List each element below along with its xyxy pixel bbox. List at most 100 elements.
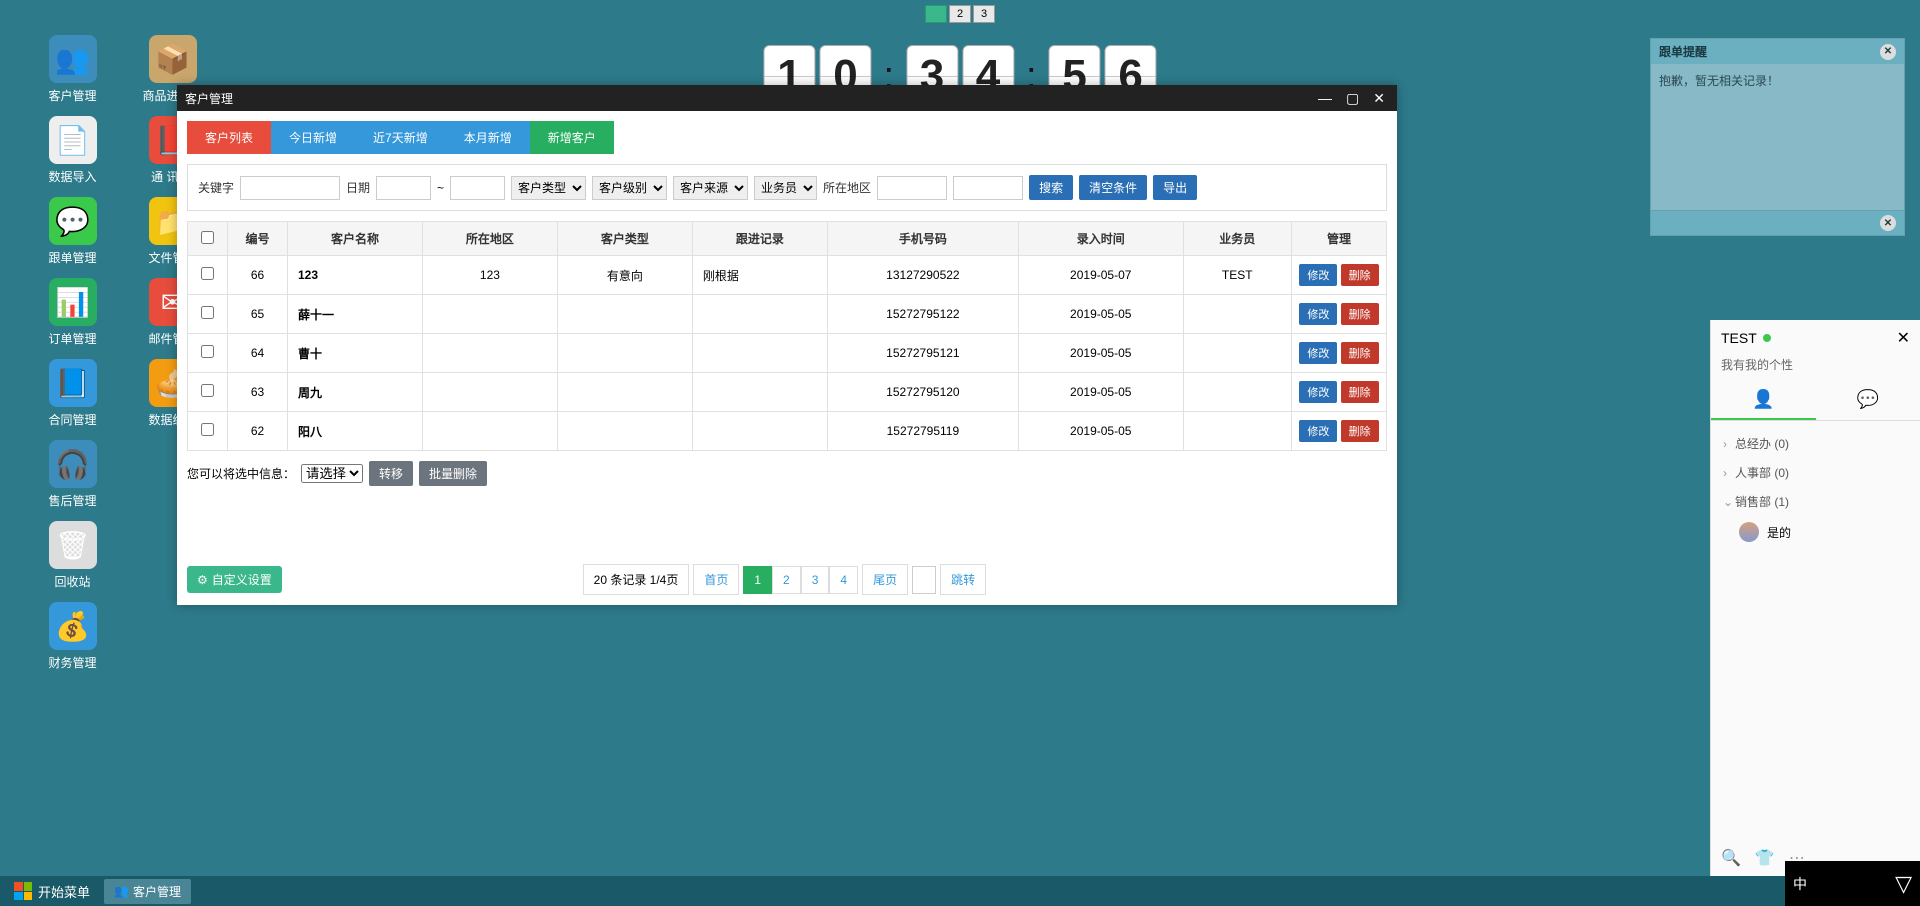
page-4[interactable]: 4 xyxy=(829,566,858,594)
cell-name[interactable]: 曹十 xyxy=(288,334,423,373)
customer-source-select[interactable]: 客户来源 xyxy=(673,176,748,200)
staff-select[interactable]: 业务员 xyxy=(754,176,817,200)
cell-type xyxy=(557,373,692,412)
chat-username: TEST xyxy=(1721,330,1757,346)
chat-member[interactable]: 是的 xyxy=(1719,516,1912,548)
cell-name[interactable]: 薛十一 xyxy=(288,295,423,334)
cell-staff xyxy=(1183,412,1291,451)
desktop-icon-6[interactable]: 📊订单管理 xyxy=(30,278,115,347)
desktop-icon-4[interactable]: 💬跟单管理 xyxy=(30,197,115,266)
minimize-icon[interactable]: — xyxy=(1314,90,1336,106)
ime-indicator[interactable]: 中 ▽ xyxy=(1785,861,1920,906)
task-icon: 👥 xyxy=(114,884,129,898)
cell-region xyxy=(422,295,557,334)
close-icon[interactable]: ✕ xyxy=(1369,90,1389,107)
customer-level-select[interactable]: 客户级别 xyxy=(592,176,667,200)
edit-button[interactable]: 修改 xyxy=(1299,420,1337,442)
page-last[interactable]: 尾页 xyxy=(862,564,908,595)
page-1[interactable]: 1 xyxy=(743,566,772,594)
chat-signature: 我有我的个性 xyxy=(1711,356,1920,381)
app-icon: 📦 xyxy=(149,35,197,83)
cell-date: 2019-05-05 xyxy=(1018,334,1183,373)
delete-button[interactable]: 删除 xyxy=(1341,303,1379,325)
page-2[interactable]: 2 xyxy=(772,566,801,594)
edit-button[interactable]: 修改 xyxy=(1299,381,1337,403)
clear-button[interactable]: 清空条件 xyxy=(1079,175,1147,200)
edit-button[interactable]: 修改 xyxy=(1299,303,1337,325)
transfer-button[interactable]: 转移 xyxy=(369,461,413,486)
delete-button[interactable]: 删除 xyxy=(1341,342,1379,364)
row-checkbox[interactable] xyxy=(201,384,214,397)
pager-3[interactable]: 3 xyxy=(973,5,995,23)
edit-button[interactable]: 修改 xyxy=(1299,342,1337,364)
edit-button[interactable]: 修改 xyxy=(1299,264,1337,286)
cell-type xyxy=(557,334,692,373)
region-input-2[interactable] xyxy=(953,176,1023,200)
chat-bubble-icon: 💬 xyxy=(1857,389,1879,409)
chat-contacts-tab[interactable]: 👤 xyxy=(1711,381,1816,420)
tab-2[interactable]: 近7天新增 xyxy=(355,121,446,154)
bulk-delete-button[interactable]: 批量删除 xyxy=(419,461,487,486)
desktop-icon-14[interactable]: 💰财务管理 xyxy=(30,602,115,671)
cell-name[interactable]: 123 xyxy=(288,256,423,295)
table-row: 62 阳八 15272795119 2019-05-05 修改 删除 xyxy=(188,412,1387,451)
customer-table: 编号客户名称所在地区客户类型跟进记录手机号码录入时间业务员管理 66 123 1… xyxy=(187,221,1387,451)
row-checkbox[interactable] xyxy=(201,267,214,280)
tab-4[interactable]: 新增客户 xyxy=(530,121,614,154)
tab-3[interactable]: 本月新增 xyxy=(446,121,530,154)
start-button[interactable]: 开始菜单 xyxy=(6,882,98,901)
row-checkbox[interactable] xyxy=(201,306,214,319)
notification-panel-2: ✕ xyxy=(1650,210,1905,236)
titlebar[interactable]: 客户管理 — ▢ ✕ xyxy=(177,85,1397,111)
chat-close-icon[interactable]: ✕ xyxy=(1897,328,1910,348)
pager-2[interactable]: 2 xyxy=(949,5,971,23)
customer-type-select[interactable]: 客户类型 xyxy=(511,176,586,200)
chat-group-1[interactable]: 人事部 (0) xyxy=(1719,458,1912,487)
delete-button[interactable]: 删除 xyxy=(1341,381,1379,403)
filter-bar: 关键字 日期 ~ 客户类型 客户级别 客户来源 业务员 所在地区 搜索 清空条件… xyxy=(187,164,1387,211)
export-button[interactable]: 导出 xyxy=(1153,175,1197,200)
notification-body: 抱歉，暂无相关记录！ xyxy=(1651,64,1904,214)
maximize-icon[interactable]: ▢ xyxy=(1342,90,1363,107)
notification-close-icon[interactable]: ✕ xyxy=(1880,44,1896,60)
chat-messages-tab[interactable]: 💬 xyxy=(1816,381,1920,420)
bulk-select[interactable]: 请选择 xyxy=(301,464,363,483)
app-icon: 🎧 xyxy=(49,440,97,488)
notification-close-icon-2[interactable]: ✕ xyxy=(1880,215,1896,231)
delete-button[interactable]: 删除 xyxy=(1341,420,1379,442)
desktop-icon-2[interactable]: 📄数据导入 xyxy=(30,116,115,185)
desktop-icon-10[interactable]: 🎧售后管理 xyxy=(30,440,115,509)
date-to-input[interactable] xyxy=(450,176,505,200)
keyword-input[interactable] xyxy=(240,176,340,200)
custom-settings-button[interactable]: ⚙ 自定义设置 xyxy=(187,566,282,593)
row-checkbox[interactable] xyxy=(201,423,214,436)
chat-group-0[interactable]: 总经办 (0) xyxy=(1719,429,1912,458)
search-button[interactable]: 搜索 xyxy=(1029,175,1073,200)
search-icon[interactable]: 🔍 xyxy=(1721,848,1741,868)
cell-name[interactable]: 阳八 xyxy=(288,412,423,451)
page-jump-button[interactable]: 跳转 xyxy=(940,564,986,595)
select-all-checkbox[interactable] xyxy=(201,231,214,244)
tab-0[interactable]: 客户列表 xyxy=(187,121,271,154)
ime-logo-icon: ▽ xyxy=(1895,871,1912,897)
desktop-icon-0[interactable]: 👥客户管理 xyxy=(30,35,115,104)
date-from-input[interactable] xyxy=(376,176,431,200)
chat-group-2[interactable]: 销售部 (1) xyxy=(1719,487,1912,516)
tab-1[interactable]: 今日新增 xyxy=(271,121,355,154)
page-3[interactable]: 3 xyxy=(801,566,830,594)
page-first[interactable]: 首页 xyxy=(693,564,739,595)
taskbar-item-customer[interactable]: 👥 客户管理 xyxy=(104,879,191,904)
delete-button[interactable]: 删除 xyxy=(1341,264,1379,286)
shirt-icon[interactable]: 👕 xyxy=(1755,848,1775,868)
pager-1[interactable] xyxy=(925,5,947,23)
bulk-text: 您可以将选中信息： xyxy=(187,465,295,482)
column-header-0 xyxy=(188,222,228,256)
desktop-icon-12[interactable]: 🗑回收站 xyxy=(30,521,115,590)
cell-phone: 15272795120 xyxy=(827,373,1018,412)
page-jump-input[interactable] xyxy=(912,566,936,594)
row-checkbox[interactable] xyxy=(201,345,214,358)
cell-name[interactable]: 周九 xyxy=(288,373,423,412)
region-input[interactable] xyxy=(877,176,947,200)
cell-phone: 15272795121 xyxy=(827,334,1018,373)
desktop-icon-8[interactable]: 📘合同管理 xyxy=(30,359,115,428)
